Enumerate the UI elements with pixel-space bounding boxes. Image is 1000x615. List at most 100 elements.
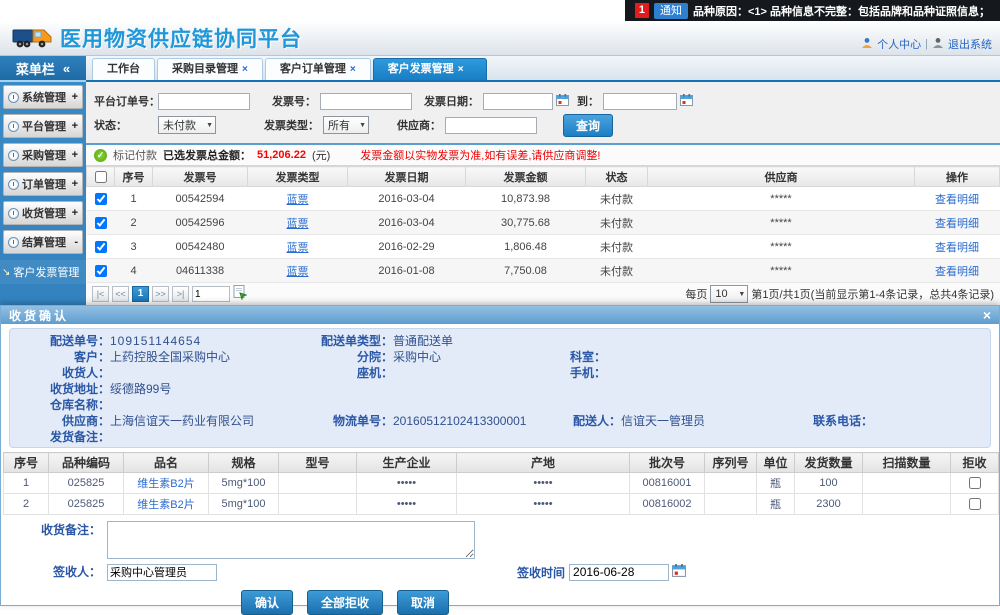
select-all-checkbox[interactable] — [95, 171, 107, 183]
search-button[interactable]: 查询 — [563, 114, 613, 137]
expand-plus-icon[interactable]: + — [72, 178, 78, 190]
cancel-button[interactable]: 取消 — [397, 590, 449, 615]
expand-plus-icon[interactable]: + — [72, 120, 78, 132]
row-checkbox[interactable] — [95, 265, 107, 277]
sidebar-item-receiving-mgmt[interactable]: 收货管理 + — [3, 201, 83, 225]
sidebar-collapse-icon[interactable]: « — [63, 61, 70, 76]
page-title: 医用物资供应链协同平台 — [60, 23, 302, 53]
app-header: 医用物资供应链协同平台 个人中心 | 退出系统 — [0, 21, 1000, 56]
reject-checkbox[interactable] — [969, 498, 981, 510]
mobile-label: 手机： — [538, 365, 606, 381]
table-row: 4 04611338 蓝票 2016-01-08 7,750.08 未付款 **… — [87, 259, 1000, 283]
sidebar-item-label: 系统管理 — [22, 89, 66, 105]
cell-spec: 5mg*100 — [209, 473, 279, 494]
expand-plus-icon[interactable]: + — [72, 91, 78, 103]
col-ship-qty: 发货数量 — [795, 453, 863, 473]
reject-all-button[interactable]: 全部拒收 — [307, 590, 383, 615]
calendar-icon[interactable] — [556, 94, 569, 109]
tab-customer-invoices[interactable]: 客户发票管理 × — [373, 58, 487, 80]
current-page-button[interactable]: 1 — [132, 286, 149, 302]
logout-link[interactable]: 退出系统 — [948, 36, 992, 52]
address-label: 收货地址： — [10, 381, 110, 397]
invoice-type-link[interactable]: 蓝票 — [287, 242, 309, 254]
user-icon — [861, 37, 873, 52]
expand-plus-icon[interactable]: + — [72, 207, 78, 219]
select-all-header — [87, 167, 115, 187]
view-detail-link[interactable]: 查看明细 — [935, 194, 979, 206]
tab-close-icon[interactable]: × — [242, 64, 248, 75]
department-label: 科室： — [538, 349, 606, 365]
invoice-date-label: 发票日期： — [424, 93, 479, 109]
dialog-supplier-label: 供应商： — [10, 413, 110, 429]
sidebar-item-procurement-mgmt[interactable]: 采购管理 + — [3, 143, 83, 167]
sidebar-item-platform-mgmt[interactable]: 平台管理 + — [3, 114, 83, 138]
sidebar-item-settlement-mgmt[interactable]: 结算管理 - — [3, 230, 83, 254]
sign-time-input[interactable] — [569, 564, 669, 581]
invoice-type-link[interactable]: 蓝票 — [287, 266, 309, 278]
close-icon[interactable]: × — [983, 308, 991, 322]
reject-checkbox[interactable] — [969, 477, 981, 489]
tab-label: 客户发票管理 — [388, 63, 454, 75]
submenu-arrow-icon: ↘ — [2, 267, 10, 278]
tab-close-icon[interactable]: × — [350, 64, 356, 75]
item-name-link[interactable]: 维生素B2片 — [137, 499, 194, 511]
delivery-type-value: 普通配送单 — [393, 333, 538, 349]
last-page-button[interactable]: >| — [172, 286, 189, 302]
invoice-date-from-input[interactable] — [483, 93, 553, 110]
platform-order-input[interactable] — [158, 93, 250, 110]
supplier-input[interactable] — [445, 117, 537, 134]
export-icon[interactable] — [233, 285, 247, 303]
expand-plus-icon[interactable]: + — [72, 149, 78, 161]
menu-clock-icon — [8, 237, 19, 248]
cell-ship-qty: 100 — [795, 473, 863, 494]
tab-workbench[interactable]: 工作台 — [92, 58, 155, 80]
dialog-supplier-value: 上海信谊天一药业有限公司 — [110, 413, 305, 429]
dialog-title: 收货确认 — [9, 307, 69, 324]
invoice-type-link[interactable]: 蓝票 — [287, 194, 309, 206]
amount-warning-text: 发票金额以实物发票为准,如有误差,请供应商调整! — [360, 147, 600, 163]
sidebar-item-customer-invoice-mgmt[interactable]: ↘ 客户发票管理 — [0, 260, 86, 284]
expand-minus-icon[interactable]: - — [74, 236, 78, 248]
view-detail-link[interactable]: 查看明细 — [935, 266, 979, 278]
branch-label: 分院： — [305, 349, 393, 365]
tab-bar: 工作台 采购目录管理× 客户订单管理× 客户发票管理 × — [86, 56, 1000, 82]
mark-paid-label[interactable]: 标记付款 — [113, 147, 157, 163]
status-select[interactable]: 未付款▼ — [158, 116, 216, 134]
receive-remark-row: 收货备注： — [1, 521, 999, 559]
invoice-type-link[interactable]: 蓝票 — [287, 218, 309, 230]
per-page-select[interactable]: 10▼ — [710, 285, 748, 303]
sidebar-item-order-mgmt[interactable]: 订单管理 + — [3, 172, 83, 196]
tab-close-icon[interactable]: × — [458, 64, 464, 75]
view-detail-link[interactable]: 查看明细 — [935, 242, 979, 254]
invoice-type-select[interactable]: 所有▼ — [323, 116, 369, 134]
col-manufacturer: 生产企业 — [357, 453, 457, 473]
row-checkbox[interactable] — [95, 193, 107, 205]
personal-center-link[interactable]: 个人中心 — [877, 36, 921, 52]
row-checkbox[interactable] — [95, 217, 107, 229]
menu-clock-icon — [8, 150, 19, 161]
tab-procurement-catalog[interactable]: 采购目录管理× — [157, 58, 263, 80]
page-number-input[interactable] — [192, 286, 230, 302]
sidebar-item-system-mgmt[interactable]: 系统管理 + — [3, 85, 83, 109]
invoice-type-label: 发票类型： — [264, 117, 319, 133]
receive-remark-textarea[interactable] — [107, 521, 475, 559]
calendar-icon[interactable] — [680, 94, 693, 109]
chevron-down-icon: ▼ — [206, 122, 213, 129]
first-page-button[interactable]: |< — [92, 286, 109, 302]
sidebar-subitem-label: 客户发票管理 — [13, 264, 79, 280]
notification-button[interactable]: 通知 — [654, 3, 688, 19]
prev-page-button[interactable]: << — [112, 286, 129, 302]
confirm-button[interactable]: 确认 — [241, 590, 293, 615]
signer-input[interactable] — [107, 564, 217, 581]
view-detail-link[interactable]: 查看明细 — [935, 218, 979, 230]
row-checkbox[interactable] — [95, 241, 107, 253]
dialog-title-bar: 收货确认 × — [1, 306, 999, 324]
calendar-icon[interactable] — [672, 564, 686, 580]
invoice-no-input[interactable] — [320, 93, 412, 110]
next-page-button[interactable]: >> — [152, 286, 169, 302]
tab-customer-orders[interactable]: 客户订单管理× — [265, 58, 371, 80]
invoice-date-to-input[interactable] — [603, 93, 677, 110]
item-name-link[interactable]: 维生素B2片 — [137, 478, 194, 490]
header-links: 个人中心 | 退出系统 — [861, 36, 992, 52]
platform-order-label: 平台订单号： — [94, 93, 158, 109]
